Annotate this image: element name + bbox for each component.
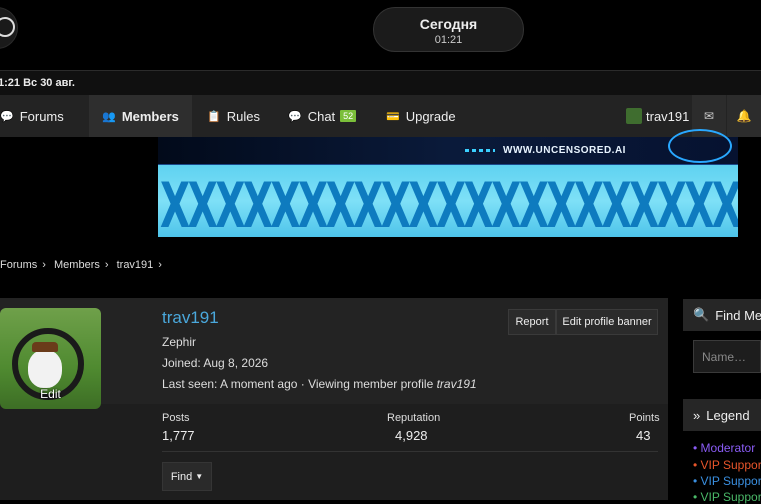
nav-chat[interactable]: 💬 Chat 52 bbox=[288, 95, 357, 137]
overlay-left-button[interactable] bbox=[0, 7, 18, 49]
banner-text: XXXXXXXXXXXXXXXXXXXXXX bbox=[160, 169, 738, 237]
card-icon: 💳 bbox=[386, 110, 400, 123]
chevron-right-icon: › bbox=[158, 259, 162, 271]
chat-count-badge: 52 bbox=[340, 110, 357, 122]
nav-user[interactable]: trav191 bbox=[626, 95, 689, 137]
edit-profile-banner-button[interactable]: Edit profile banner bbox=[556, 309, 658, 335]
divider bbox=[162, 451, 658, 452]
caret-down-icon: ▼ bbox=[195, 472, 204, 481]
banner-dashes bbox=[465, 149, 495, 152]
stat-points-label: Points bbox=[629, 412, 660, 424]
find-dropdown-button[interactable]: Find ▼ bbox=[162, 462, 212, 491]
nav-rules-label: Rules bbox=[226, 108, 260, 124]
banner-url: WWW.UNCENSORED.AI bbox=[503, 145, 626, 156]
nav-forums[interactable]: 💬 Forums bbox=[0, 95, 88, 137]
nav-chat-label: Chat bbox=[307, 108, 336, 124]
status-bar: 1:21 Вс 30 авг. bbox=[0, 70, 761, 96]
time-overlay: Сегодня 01:21 bbox=[373, 7, 524, 52]
legend-title: Legend bbox=[706, 407, 750, 423]
profile-joined: Joined: Aug 8, 2026 bbox=[162, 356, 269, 370]
breadcrumb-members[interactable]: Members bbox=[54, 259, 100, 271]
find-members-title: Find Members bbox=[715, 307, 761, 323]
chevron-right-icon: › bbox=[42, 259, 46, 271]
profile-stats-panel bbox=[0, 404, 668, 500]
breadcrumb: Forums › Members › trav191 › bbox=[0, 259, 167, 271]
nav-upgrade-label: Upgrade bbox=[405, 108, 456, 124]
comments-icon: 💬 bbox=[0, 110, 14, 123]
nav-forums-label: Forums bbox=[19, 108, 64, 124]
breadcrumb-forums[interactable]: Forums bbox=[0, 259, 37, 271]
profile-avatar[interactable]: Edit bbox=[0, 308, 101, 409]
chat-icon: 💬 bbox=[288, 110, 302, 123]
double-chevron-icon: » bbox=[693, 407, 701, 423]
stat-reputation-value: 4,928 bbox=[395, 428, 428, 443]
chevron-right-icon: › bbox=[104, 259, 109, 271]
legend-vip-2: • VIP Supporter bbox=[693, 474, 761, 488]
overlay-title: Сегодня bbox=[419, 16, 478, 32]
breadcrumb-user[interactable]: trav191 bbox=[117, 259, 154, 271]
users-icon: 👥 bbox=[102, 110, 116, 123]
profile-last-seen: Last seen: A moment ago · Viewing member… bbox=[162, 377, 477, 391]
avatar-dog bbox=[28, 350, 62, 388]
alerts-button[interactable]: 🔔 bbox=[727, 95, 761, 137]
circle-icon bbox=[0, 17, 15, 37]
stat-points-value: 43 bbox=[636, 428, 651, 443]
report-button[interactable]: Report bbox=[508, 309, 556, 335]
last-seen-user[interactable]: trav191 bbox=[437, 377, 477, 391]
avatar-edit-label[interactable]: Edit bbox=[0, 387, 101, 401]
nav-rules[interactable]: 📋 Rules bbox=[207, 95, 260, 137]
banner-top-strip: WWW.UNCENSORED.AI bbox=[158, 129, 738, 165]
nav-username: trav191 bbox=[646, 108, 690, 124]
nav-upgrade[interactable]: 💳 Upgrade bbox=[386, 95, 456, 137]
profile-username: trav191 bbox=[162, 308, 219, 327]
avatar-hat bbox=[32, 342, 58, 352]
search-icon: 🔍 bbox=[693, 307, 710, 322]
stat-posts-value[interactable]: 1,777 bbox=[162, 428, 195, 443]
mail-icon: ✉ bbox=[703, 109, 715, 123]
find-members-header: 🔍 Find Members bbox=[683, 299, 761, 331]
banner-image[interactable]: XXXXXXXXXXXXXXXXXXXXXX bbox=[158, 165, 738, 237]
nav-members[interactable]: 👥 Members bbox=[89, 95, 192, 137]
avatar bbox=[626, 108, 642, 124]
stat-reputation-label: Reputation bbox=[387, 412, 441, 424]
stat-posts-label: Posts bbox=[162, 412, 190, 424]
bell-icon: 🔔 bbox=[736, 109, 752, 123]
legend-vip-3: • VIP Supporter bbox=[693, 490, 761, 504]
banner-ring bbox=[668, 129, 732, 163]
last-seen-text: Last seen: A moment ago · Viewing member… bbox=[162, 377, 437, 391]
top-nav: 💬 Forums 👥 Members 📋 Rules 💬 Chat 52 💳 U… bbox=[0, 95, 761, 137]
status-bar-time: 1:21 Вс 30 авг. bbox=[0, 77, 75, 89]
legend-header: » Legend bbox=[683, 399, 761, 431]
profile-user-title: Zephir bbox=[162, 335, 197, 349]
find-label: Find bbox=[170, 470, 193, 483]
rules-icon: 📋 bbox=[207, 110, 221, 123]
legend-vip-1: • VIP Supporter bbox=[693, 458, 761, 472]
overlay-time: 01:21 bbox=[434, 34, 463, 46]
legend-moderator: • Moderator bbox=[693, 441, 756, 455]
nav-members-label: Members bbox=[121, 108, 179, 124]
member-name-input[interactable]: Name… bbox=[693, 340, 761, 373]
